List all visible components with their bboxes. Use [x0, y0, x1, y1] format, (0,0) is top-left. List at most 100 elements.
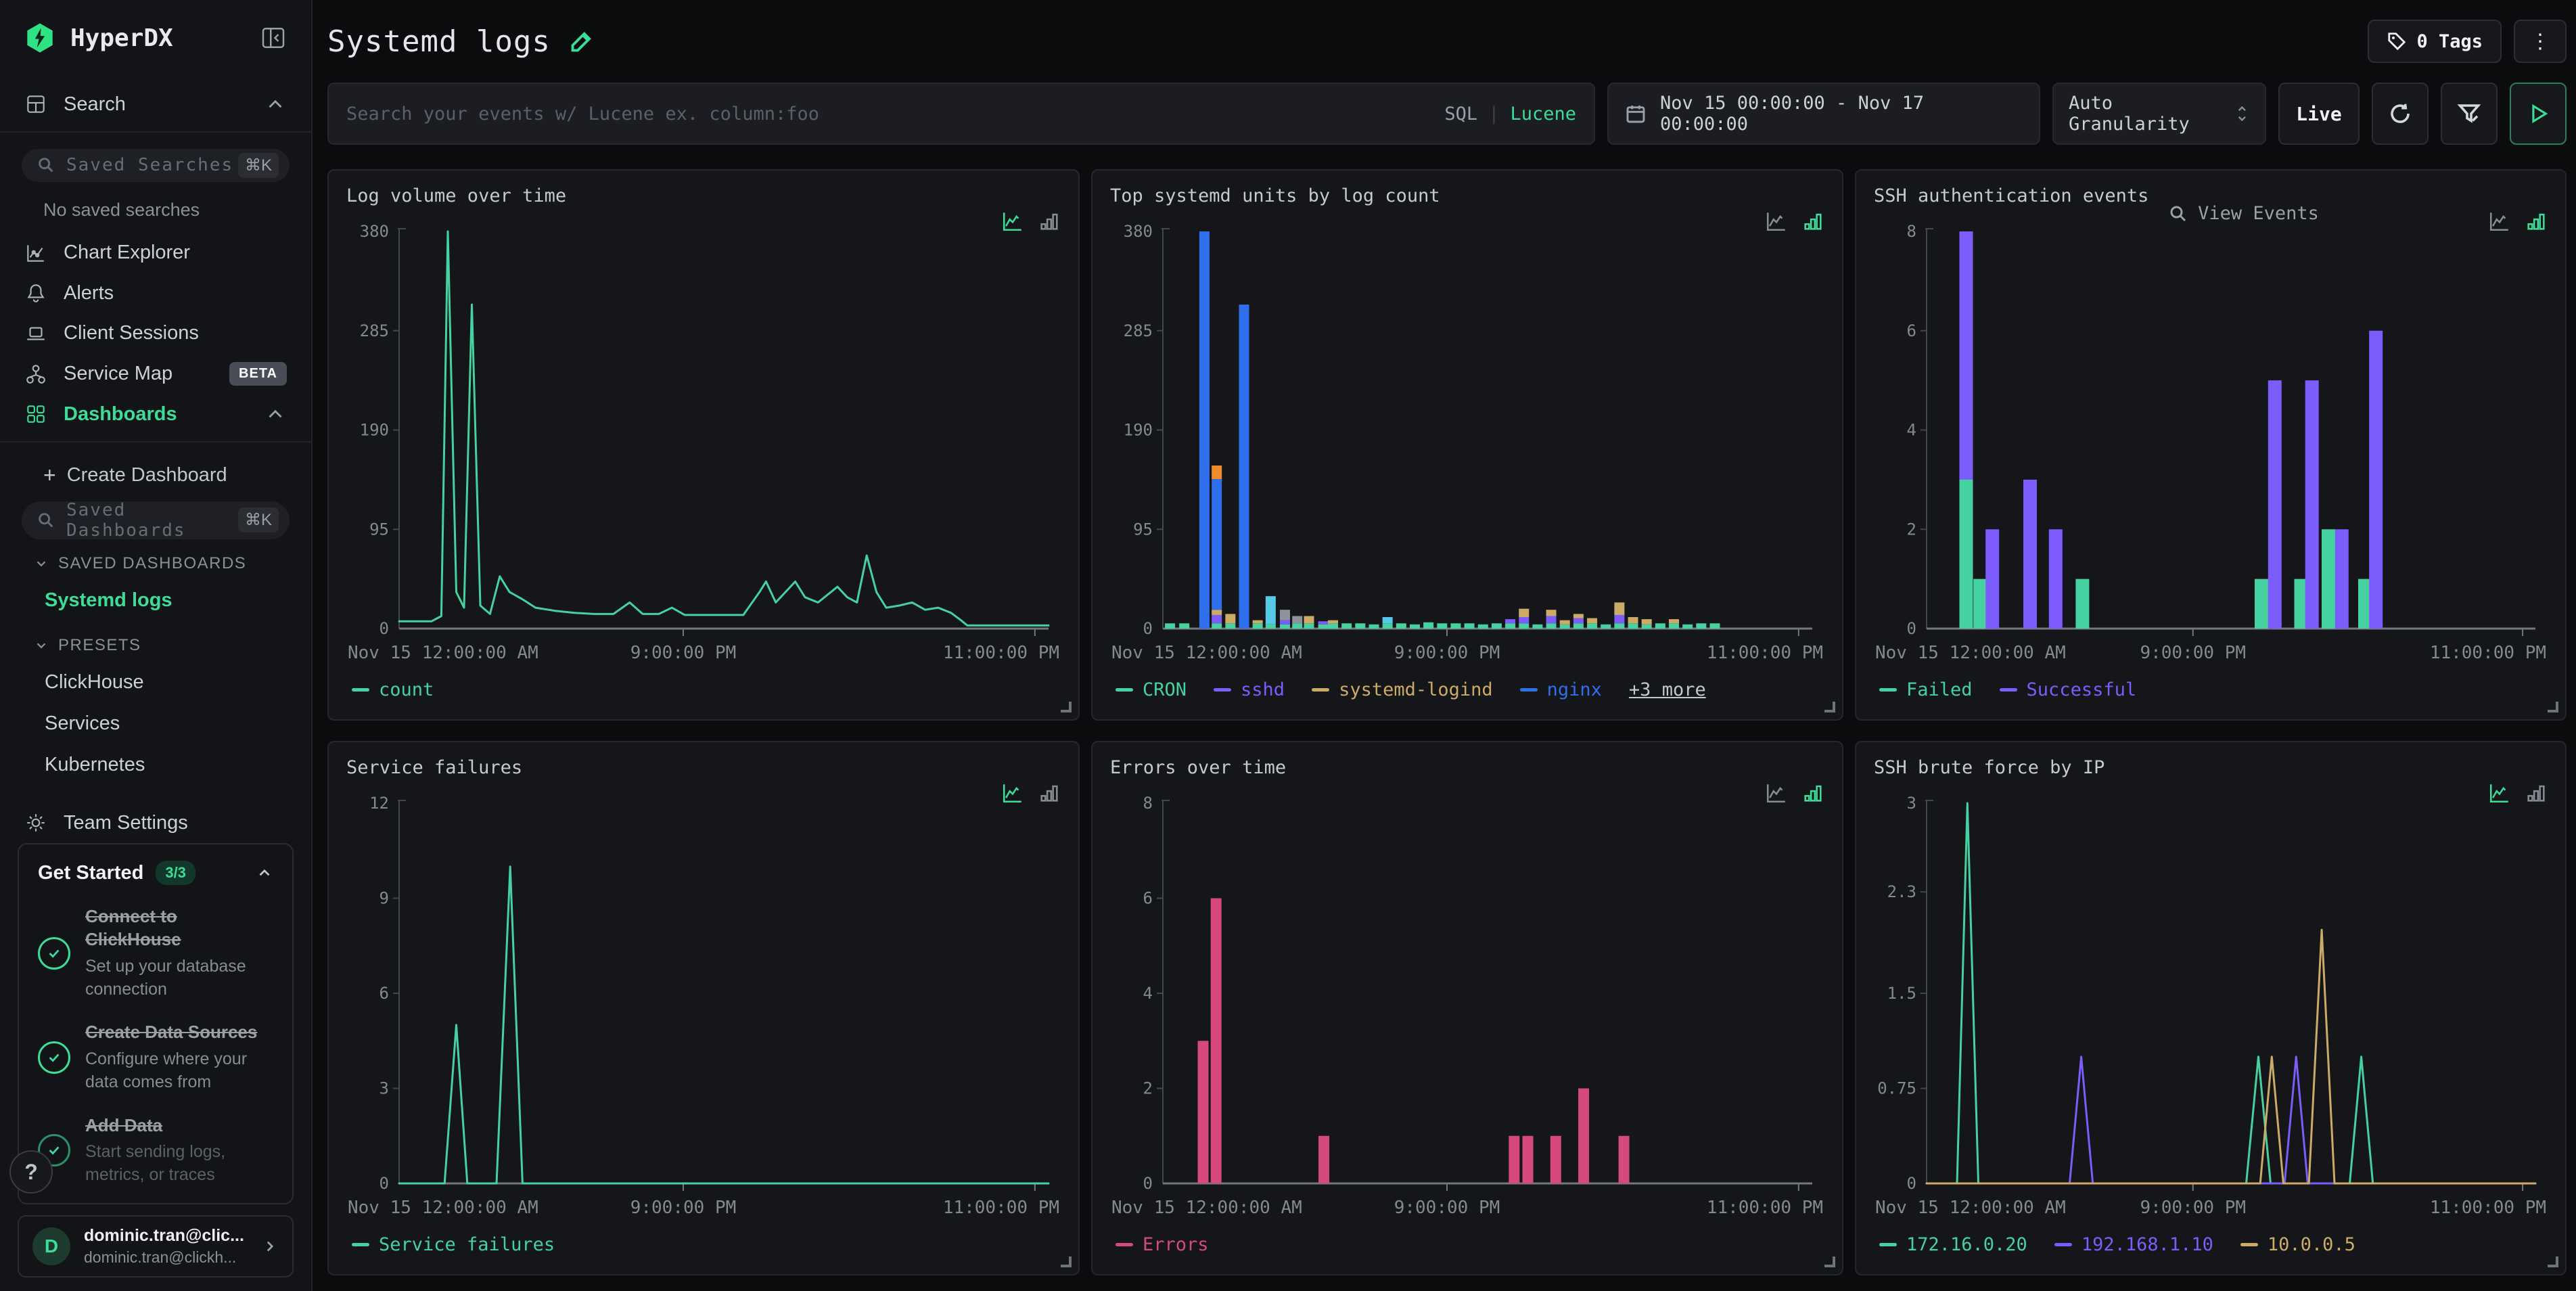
- run-query-button[interactable]: [2510, 83, 2567, 145]
- legend-label: 172.16.0.20: [1906, 1234, 2027, 1255]
- get-started-step[interactable]: Add Data Start sending logs, metrics, or…: [38, 1114, 273, 1187]
- legend-dash: [352, 1243, 369, 1246]
- legend-label: CRON: [1143, 679, 1187, 700]
- svg-text:8: 8: [1907, 222, 1916, 241]
- more-menu-button[interactable]: ⋮: [2514, 20, 2567, 63]
- legend-item[interactable]: nginx: [1520, 679, 1602, 700]
- create-dashboard-label: Create Dashboard: [67, 464, 227, 486]
- legend-label: Failed: [1906, 679, 1973, 700]
- chart-plot-area[interactable]: 095190285380Nov 15 12:00:00 AM9:00:00 PM…: [1110, 221, 1824, 670]
- help-button[interactable]: ?: [9, 1150, 53, 1194]
- legend-item[interactable]: Successful: [2000, 679, 2137, 700]
- chart-plot-area[interactable]: 00.751.52.33Nov 15 12:00:00 AM9:00:00 PM…: [1874, 792, 2548, 1225]
- legend-item[interactable]: Service failures: [352, 1234, 555, 1255]
- section-presets[interactable]: PRESETS: [0, 621, 311, 662]
- sidebar-item-team-settings[interactable]: Team Settings: [0, 803, 311, 844]
- resize-handle[interactable]: [1061, 1256, 1072, 1267]
- svg-text:Nov 15 12:00:00 AM: Nov 15 12:00:00 AM: [1111, 643, 1302, 663]
- chart-legend: Failed Successful: [1874, 670, 2548, 710]
- create-dashboard-button[interactable]: + Create Dashboard: [0, 449, 311, 492]
- chart-legend: Service failures: [346, 1225, 1061, 1265]
- resize-handle[interactable]: [1824, 702, 1835, 712]
- time-range-picker[interactable]: Nov 15 00:00:00 - Nov 17 00:00:00: [1607, 83, 2040, 145]
- page-header: Systemd logs 0 Tags ⋮: [327, 0, 2567, 83]
- chart-explorer-icon: [24, 242, 47, 265]
- tag-icon: [2387, 31, 2407, 51]
- resize-handle[interactable]: [1824, 1256, 1835, 1267]
- legend-item[interactable]: 10.0.0.5: [2240, 1234, 2355, 1255]
- svg-text:0: 0: [1907, 1174, 1916, 1193]
- svg-text:3: 3: [380, 1079, 389, 1098]
- filter-button[interactable]: [2441, 83, 2498, 145]
- legend-item[interactable]: sshd: [1214, 679, 1285, 700]
- step-desc: Configure where your data comes from: [85, 1048, 273, 1094]
- legend-item[interactable]: systemd-logind: [1312, 679, 1493, 700]
- user-menu[interactable]: D dominic.tran@clic... dominic.tran@clic…: [18, 1215, 294, 1277]
- legend-more-link[interactable]: +3 more: [1629, 679, 1706, 700]
- legend-item[interactable]: CRON: [1116, 679, 1187, 700]
- sql-toggle[interactable]: SQL: [1444, 104, 1477, 124]
- view-events-link[interactable]: View Events: [2168, 203, 2319, 224]
- avatar: D: [32, 1227, 70, 1265]
- chart-legend: count: [346, 670, 1061, 710]
- sidebar-item-services[interactable]: Services: [0, 703, 311, 744]
- sidebar-item-service-map[interactable]: Service Map BETA: [0, 354, 311, 394]
- gear-icon: [24, 811, 47, 834]
- chart-plot-area[interactable]: 02468Nov 15 12:00:00 AM9:00:00 PM11:00:0…: [1874, 221, 2548, 670]
- event-search-input[interactable]: Search your events w/ Lucene ex. column:…: [327, 83, 1595, 145]
- legend-item[interactable]: count: [352, 679, 434, 700]
- lucene-toggle[interactable]: Lucene: [1510, 104, 1576, 124]
- sidebar-item-client-sessions[interactable]: Client Sessions: [0, 313, 311, 354]
- saved-searches-input[interactable]: Saved Searches ⌘K: [22, 149, 290, 182]
- get-started-step[interactable]: Create Data Sources Configure where your…: [38, 1021, 273, 1093]
- legend-item[interactable]: Errors: [1116, 1234, 1209, 1255]
- shortcut-badge: ⌘K: [238, 153, 279, 178]
- tags-button[interactable]: 0 Tags: [2368, 20, 2502, 63]
- sidebar-item-clickhouse[interactable]: ClickHouse: [0, 662, 311, 703]
- sidebar-item-kubernetes[interactable]: Kubernetes: [0, 744, 311, 786]
- sidebar-item-dashboards[interactable]: Dashboards: [0, 394, 311, 434]
- resize-handle[interactable]: [2548, 702, 2558, 712]
- sidebar-item-search[interactable]: Search: [0, 84, 311, 124]
- refresh-button[interactable]: [2372, 83, 2429, 145]
- sidebar-item-label: Alerts: [64, 282, 114, 304]
- svg-text:190: 190: [1124, 421, 1153, 440]
- saved-dashboards-input[interactable]: Saved Dashboards ⌘K: [22, 501, 290, 539]
- no-saved-searches-text: No saved searches: [0, 182, 311, 233]
- sidebar-item-systemd-logs[interactable]: Systemd logs: [0, 580, 311, 621]
- sidebar-item-chart-explorer[interactable]: Chart Explorer: [0, 233, 311, 273]
- legend-item[interactable]: Failed: [1879, 679, 1973, 700]
- resize-handle[interactable]: [1061, 702, 1072, 712]
- legend-item[interactable]: 192.168.1.10: [2054, 1234, 2213, 1255]
- svg-text:4: 4: [1143, 984, 1153, 1003]
- svg-text:4: 4: [1907, 421, 1916, 440]
- get-started-step[interactable]: Connect to ClickHouse Set up your databa…: [38, 905, 273, 1001]
- resize-handle[interactable]: [2548, 1256, 2558, 1267]
- sidebar-item-alerts[interactable]: Alerts: [0, 273, 311, 314]
- live-button[interactable]: Live: [2278, 83, 2360, 145]
- chart-legend: Errors: [1110, 1225, 1824, 1265]
- legend-dash: [1879, 1243, 1897, 1246]
- chart-plot-area[interactable]: 095190285380Nov 15 12:00:00 AM9:00:00 PM…: [346, 221, 1061, 670]
- chevron-up-icon: [264, 403, 287, 426]
- legend-dash: [2240, 1243, 2258, 1246]
- sidebar-item-label: Team Settings: [64, 812, 188, 834]
- svg-text:11:00:00 PM: 11:00:00 PM: [943, 1198, 1059, 1218]
- sidebar-collapse-icon[interactable]: [260, 24, 287, 51]
- refresh-icon: [2388, 101, 2412, 126]
- saved-searches-placeholder: Saved Searches: [66, 155, 238, 175]
- chevron-up-icon[interactable]: [256, 864, 273, 882]
- svg-text:285: 285: [1124, 321, 1153, 340]
- get-started-title: Get Started: [38, 862, 143, 884]
- step-desc: Set up your database connection: [85, 955, 273, 1001]
- granularity-select[interactable]: Auto Granularity: [2052, 83, 2266, 145]
- chart-plot-area[interactable]: 036912Nov 15 12:00:00 AM9:00:00 PM11:00:…: [346, 792, 1061, 1225]
- edit-pencil-icon[interactable]: [570, 29, 594, 53]
- chart-plot-area[interactable]: 02468Nov 15 12:00:00 AM9:00:00 PM11:00:0…: [1110, 792, 1824, 1225]
- step-title: Create Data Sources: [85, 1021, 273, 1044]
- section-saved-dashboards[interactable]: SAVED DASHBOARDS: [0, 539, 311, 580]
- get-started-progress-badge: 3/3: [156, 861, 196, 885]
- legend-label: count: [379, 679, 434, 700]
- kebab-icon: ⋮: [2530, 30, 2550, 53]
- legend-item[interactable]: 172.16.0.20: [1879, 1234, 2027, 1255]
